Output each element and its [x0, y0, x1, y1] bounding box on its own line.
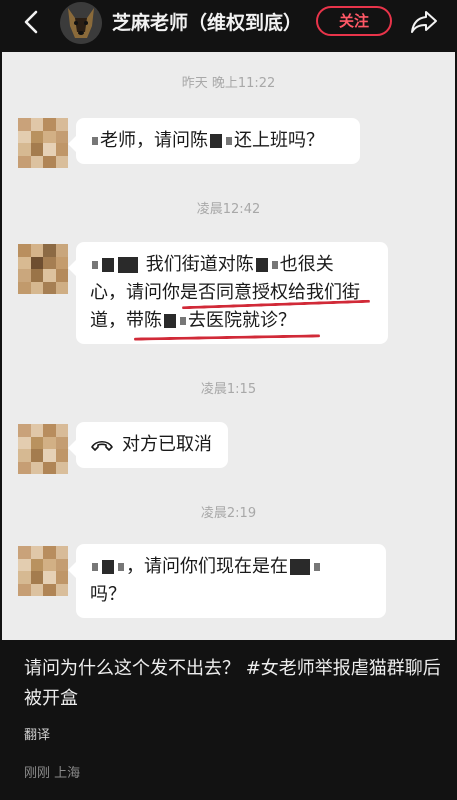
chat-bubble: 老师，请问陈 还上班吗？	[68, 118, 360, 164]
call-cancelled-icon	[91, 440, 113, 451]
call-cancelled-bubble: 对方已取消	[68, 422, 228, 468]
timestamp: 昨天 晚上11:22	[181, 76, 276, 91]
sender-avatar-mosaic	[18, 118, 68, 168]
message-text: 我们街道对陈	[145, 254, 254, 275]
timestamp: 凌晨12:42	[196, 202, 261, 217]
redacted-text	[314, 563, 320, 571]
translate-link[interactable]: 翻译	[24, 724, 50, 743]
message-text: 去医院就诊？	[188, 310, 296, 331]
message-text: 对方已取消	[122, 434, 212, 455]
chat-bubble: 我们街道对陈 也很关 心，请问你是否同意授权给我们街 道，带陈 去医院就诊？	[68, 242, 388, 344]
message-text: 还上班吗？	[234, 130, 324, 151]
post-caption: 请问为什么这个发不出去？ #女老师举报虐猫群聊后被开盒	[24, 658, 441, 709]
sender-avatar-mosaic	[18, 546, 68, 596]
redacted-text	[226, 137, 232, 145]
redacted-text	[102, 560, 114, 574]
redacted-text	[255, 258, 268, 272]
message-text: 吗？	[90, 584, 126, 605]
redacted-text	[92, 137, 98, 145]
post-meta: 刚刚 上海	[24, 762, 80, 781]
conversation-title: 芝麻老师（维权到底）	[112, 12, 303, 34]
follow-button[interactable]: 关注	[316, 6, 392, 36]
sender-avatar-mosaic	[18, 244, 68, 294]
timestamp: 凌晨1:15	[200, 382, 257, 397]
redacted-text	[210, 134, 222, 148]
post-time: 刚刚	[24, 766, 51, 781]
redacted-text	[118, 563, 124, 571]
avatar[interactable]	[60, 2, 102, 44]
redacted-text	[92, 563, 98, 571]
redacted-text	[92, 261, 98, 269]
redacted-text	[164, 314, 176, 328]
top-bar: 芝麻老师（维权到底） 关注	[0, 0, 457, 44]
dog-avatar-icon	[60, 2, 102, 44]
redacted-text	[102, 258, 114, 272]
message-text: ，请问你们现在是在	[126, 556, 288, 577]
timestamp: 凌晨2:19	[200, 506, 257, 521]
redacted-text	[271, 261, 278, 269]
back-chevron-icon[interactable]	[18, 8, 46, 36]
message-text: 也很关	[279, 254, 334, 275]
post-location: 上海	[54, 766, 81, 781]
chat-screenshot: 昨天 晚上11:22 老师，请问陈 还上班吗？ 凌晨12:42 我们街道对陈 也很关…	[2, 52, 455, 640]
sender-avatar-mosaic	[18, 424, 68, 474]
share-arrow-icon[interactable]	[408, 8, 440, 36]
redacted-text	[290, 559, 310, 575]
redacted-text	[118, 257, 138, 273]
redacted-text	[180, 317, 186, 325]
message-text: 道，带陈	[90, 310, 162, 331]
message-text: 老师，请问陈	[100, 130, 208, 151]
chat-bubble: ，请问你们现在是在 吗？	[68, 544, 386, 618]
